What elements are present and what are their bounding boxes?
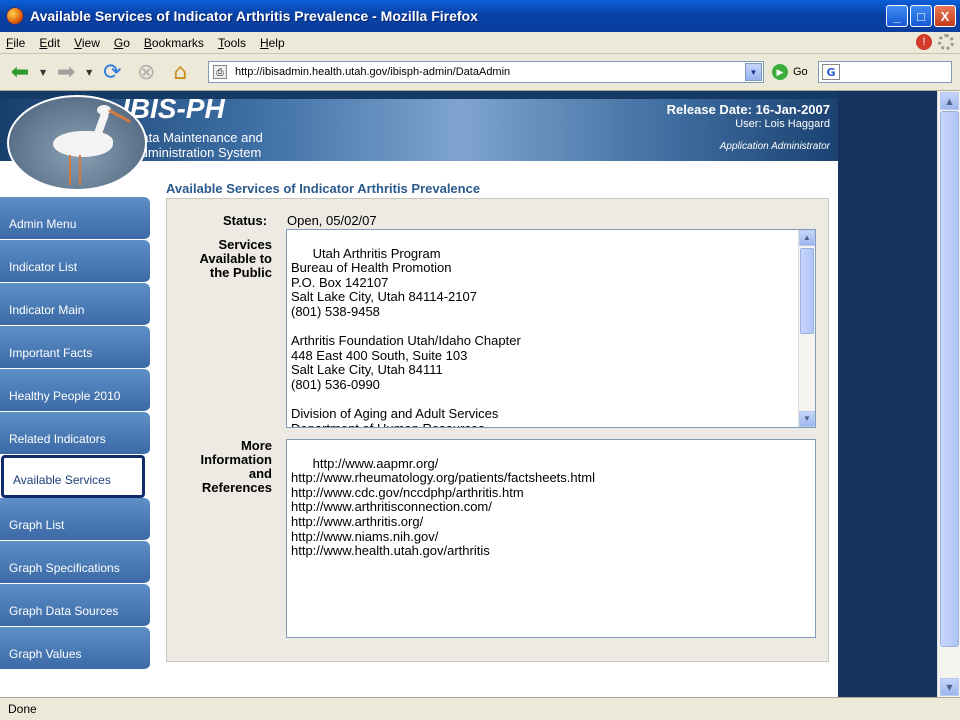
sidebar-item-graph-data-sources[interactable]: Graph Data Sources bbox=[0, 584, 150, 627]
page-icon: ⎙ bbox=[213, 65, 227, 79]
more-info-label-line: and bbox=[248, 466, 272, 481]
maximize-button[interactable]: □ bbox=[910, 5, 932, 27]
navigation-toolbar: ⬅ ▼ ➡ ▼ ⟳ ⊗ ⌂ ⎙ http://ibisadmin.health.… bbox=[0, 55, 960, 91]
services-label: Services Available to the Public bbox=[172, 238, 272, 280]
scroll-down-icon[interactable]: ▼ bbox=[799, 411, 815, 427]
sidebar-item-graph-list[interactable]: Graph List bbox=[0, 498, 150, 541]
more-info-label-line: References bbox=[201, 480, 272, 495]
search-input[interactable]: G bbox=[818, 61, 952, 83]
menu-go[interactable]: Go bbox=[114, 36, 130, 50]
sidebar-item-indicator-main[interactable]: Indicator Main bbox=[0, 283, 150, 326]
menu-file[interactable]: File bbox=[6, 36, 25, 50]
google-search-icon[interactable]: G bbox=[822, 64, 840, 80]
sidebar-item-indicator-list[interactable]: Indicator List bbox=[0, 240, 150, 283]
references-textarea[interactable]: http://www.aapmr.org/ http://www.rheumat… bbox=[286, 439, 816, 638]
services-label-line: Available to bbox=[199, 251, 272, 266]
release-date: Release Date: 16-Jan-2007 bbox=[666, 102, 830, 117]
bird-leg bbox=[79, 155, 81, 185]
window-controls: _ □ X bbox=[886, 5, 956, 27]
services-label-line: Services bbox=[218, 237, 273, 252]
menu-help[interactable]: Help bbox=[260, 36, 285, 50]
minimize-button[interactable]: _ bbox=[886, 5, 908, 27]
scroll-up-icon[interactable]: ▲ bbox=[799, 230, 815, 246]
page-scroll-thumb[interactable] bbox=[940, 111, 959, 647]
page-scrollbar[interactable]: ▲ ▼ bbox=[937, 91, 960, 697]
home-icon[interactable]: ⌂ bbox=[166, 59, 194, 87]
more-info-label-line: Information bbox=[200, 452, 273, 467]
sidebar-item-available-services[interactable]: Available Services bbox=[1, 455, 145, 498]
right-margin bbox=[838, 91, 937, 697]
page-title: Available Services of Indicator Arthriti… bbox=[166, 181, 481, 196]
user-role: Application Administrator bbox=[719, 141, 830, 152]
update-alert-icon[interactable]: ! bbox=[916, 34, 932, 50]
sidebar-item-graph-specifications[interactable]: Graph Specifications bbox=[0, 541, 150, 584]
sidebar-item-healthy-people-2010[interactable]: Healthy People 2010 bbox=[0, 369, 150, 412]
app-subtitle-line2: Administration System bbox=[132, 145, 262, 160]
menu-tools[interactable]: Tools bbox=[218, 36, 246, 50]
window-title: Available Services of Indicator Arthriti… bbox=[30, 8, 478, 24]
services-text: Utah Arthritis Program Bureau of Health … bbox=[291, 245, 521, 427]
scroll-thumb[interactable] bbox=[800, 248, 814, 334]
services-textarea[interactable]: Utah Arthritis Program Bureau of Health … bbox=[286, 229, 816, 428]
app-subtitle: Data Maintenance and Administration Syst… bbox=[132, 130, 263, 160]
page-scroll-down-icon[interactable]: ▼ bbox=[940, 678, 959, 696]
menu-edit[interactable]: Edit bbox=[39, 36, 60, 50]
sidebar-item-important-facts[interactable]: Important Facts bbox=[0, 326, 150, 369]
address-bar[interactable]: ⎙ http://ibisadmin.health.utah.gov/ibisp… bbox=[208, 61, 764, 83]
references-text: http://www.aapmr.org/ http://www.rheumat… bbox=[291, 455, 595, 559]
throbber-icon bbox=[938, 34, 954, 50]
go-arrow-icon: ▶ bbox=[772, 64, 788, 80]
window-titlebar: Available Services of Indicator Arthriti… bbox=[0, 0, 960, 32]
back-dropdown-icon[interactable]: ▼ bbox=[40, 68, 46, 77]
stop-icon[interactable]: ⊗ bbox=[132, 59, 160, 87]
sidebar-nav: Admin Menu Indicator List Indicator Main… bbox=[0, 197, 150, 670]
app-subtitle-line1: Data Maintenance and bbox=[132, 130, 263, 145]
menu-bar: File Edit View Go Bookmarks Tools Help ! bbox=[0, 32, 960, 54]
bird-beak bbox=[108, 109, 131, 124]
forward-dropdown-icon[interactable]: ▼ bbox=[86, 68, 92, 77]
menu-bookmarks[interactable]: Bookmarks bbox=[144, 36, 204, 50]
go-button[interactable]: ▶ Go bbox=[772, 64, 808, 80]
release-info: Release Date: 16-Jan-2007 User: Lois Hag… bbox=[667, 102, 830, 152]
page-scroll-up-icon[interactable]: ▲ bbox=[940, 92, 959, 110]
current-user: User: Lois Haggard bbox=[735, 118, 830, 130]
reload-icon[interactable]: ⟳ bbox=[98, 59, 126, 87]
sidebar-item-related-indicators[interactable]: Related Indicators bbox=[0, 412, 150, 455]
back-arrow-icon[interactable]: ⬅ bbox=[6, 59, 34, 87]
status-text: Done bbox=[8, 702, 37, 716]
address-dropdown-icon[interactable]: ▼ bbox=[745, 63, 762, 81]
services-form-panel: Status: Open, 05/02/07 Services Availabl… bbox=[166, 198, 829, 662]
go-label: Go bbox=[793, 66, 808, 78]
more-info-label: More Information and References bbox=[172, 438, 273, 495]
close-button[interactable]: X bbox=[934, 5, 956, 27]
status-bar: Done bbox=[0, 697, 960, 720]
sidebar-item-graph-values[interactable]: Graph Values bbox=[0, 627, 150, 670]
sidebar-item-admin-menu[interactable]: Admin Menu bbox=[0, 197, 150, 240]
status-value: Open, 05/02/07 bbox=[287, 213, 377, 228]
menu-view[interactable]: View bbox=[74, 36, 100, 50]
more-info-label-line: More bbox=[240, 438, 272, 453]
ibis-bird-logo bbox=[7, 95, 147, 191]
services-scrollbar[interactable]: ▲ ▼ bbox=[798, 230, 815, 427]
bird-body bbox=[53, 131, 113, 157]
bird-leg bbox=[69, 155, 71, 185]
forward-arrow-icon[interactable]: ➡ bbox=[52, 59, 80, 87]
page-viewport: IBIS-PH Data Maintenance and Administrat… bbox=[0, 91, 937, 697]
firefox-icon bbox=[6, 7, 24, 25]
status-label: Status: bbox=[223, 213, 268, 228]
address-url: http://ibisadmin.health.utah.gov/ibisph-… bbox=[235, 66, 511, 78]
services-label-line: the Public bbox=[209, 265, 272, 280]
